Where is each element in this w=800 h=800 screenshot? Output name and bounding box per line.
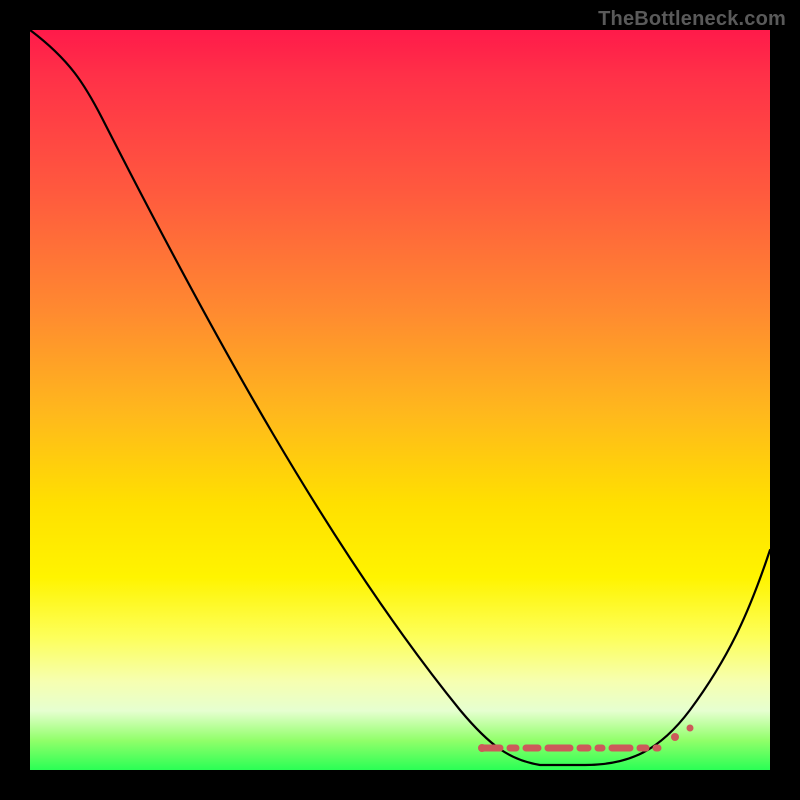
optimal-region-end-dot — [671, 733, 679, 741]
optimal-region-extra-dot — [687, 725, 694, 732]
watermark-text: TheBottleneck.com — [598, 8, 786, 31]
optimal-region-start-dot — [478, 744, 486, 752]
chart-frame: TheBottleneck.com — [0, 0, 800, 800]
curve-overlay — [30, 30, 770, 770]
bottleneck-curve — [30, 30, 770, 765]
plot-area — [30, 30, 770, 770]
